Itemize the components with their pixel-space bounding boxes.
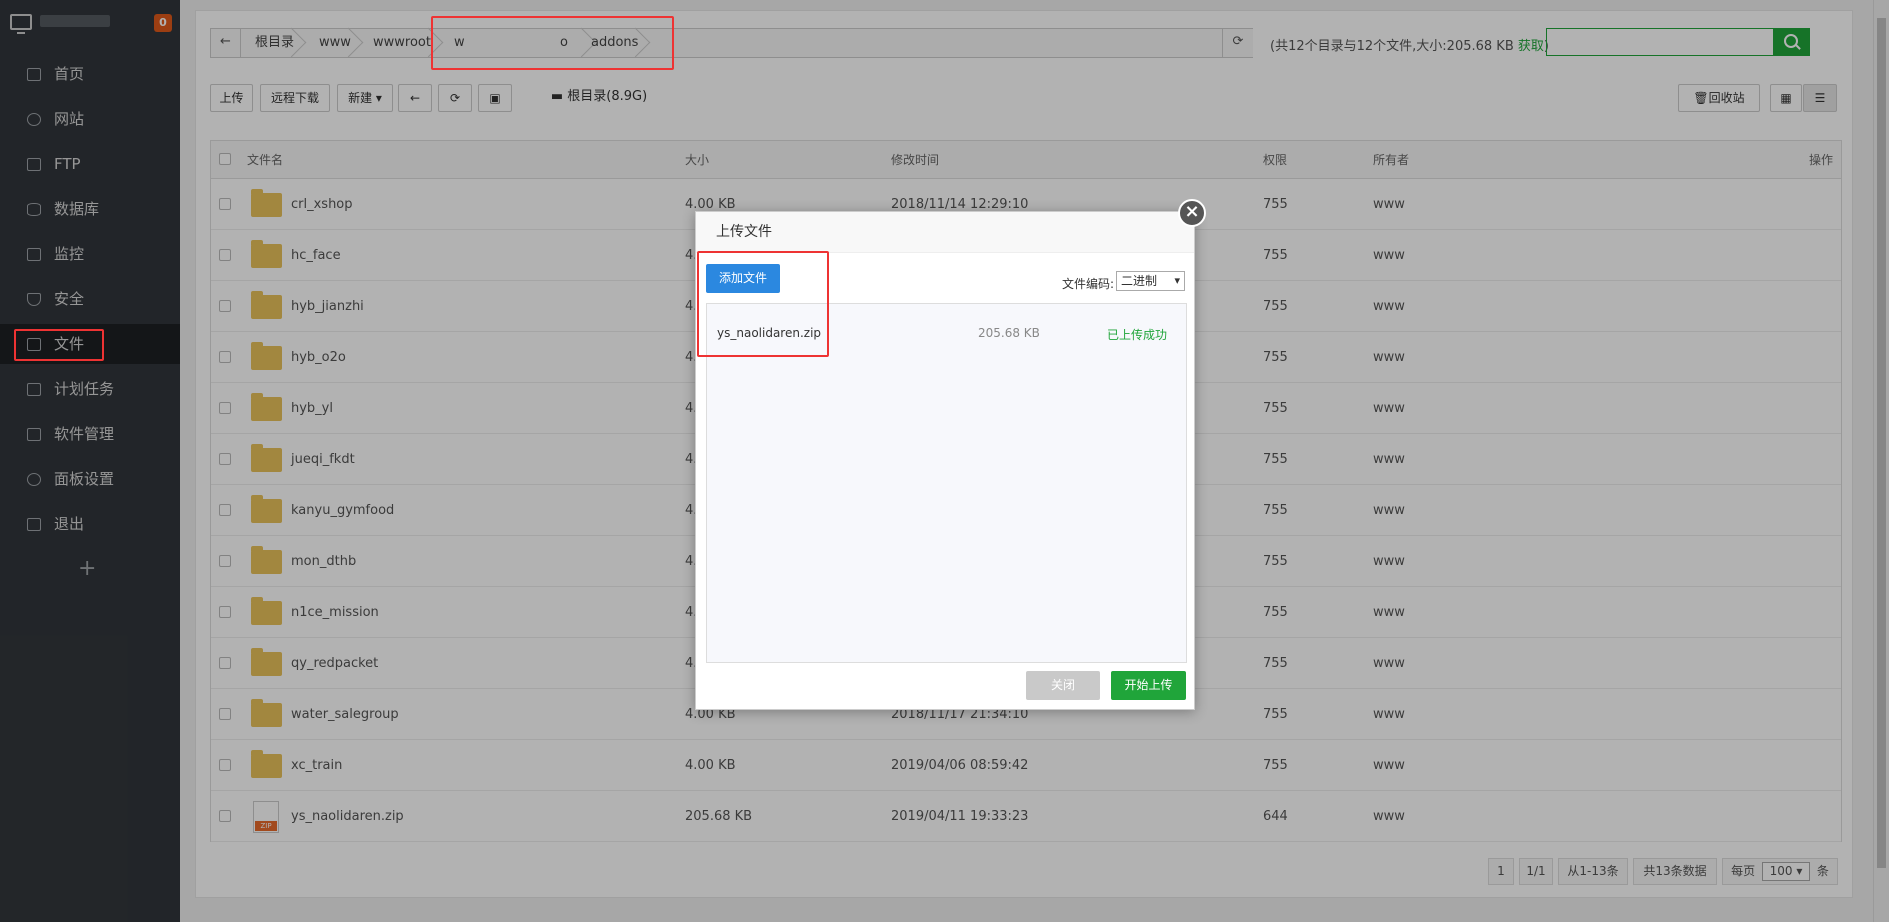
close-icon[interactable]: × <box>1178 199 1206 227</box>
upload-file-list: ys_naolidaren.zip 205.68 KB 已上传成功 <box>706 303 1187 663</box>
encoding-label: 文件编码: <box>1062 277 1115 291</box>
encoding-value: 二进制 <box>1121 274 1158 288</box>
highlight-files-nav <box>14 329 104 361</box>
close-dialog-button[interactable]: 关闭 <box>1026 671 1100 700</box>
highlight-breadcrumb <box>431 16 674 70</box>
encoding-select[interactable]: 二进制 <box>1116 271 1185 291</box>
upload-file-size: 205.68 KB <box>978 326 1040 340</box>
start-upload-button[interactable]: 开始上传 <box>1111 671 1186 700</box>
highlight-upload-file <box>697 251 829 357</box>
upload-status: 已上传成功 <box>1107 328 1168 342</box>
dialog-title: 上传文件 <box>696 212 1194 253</box>
